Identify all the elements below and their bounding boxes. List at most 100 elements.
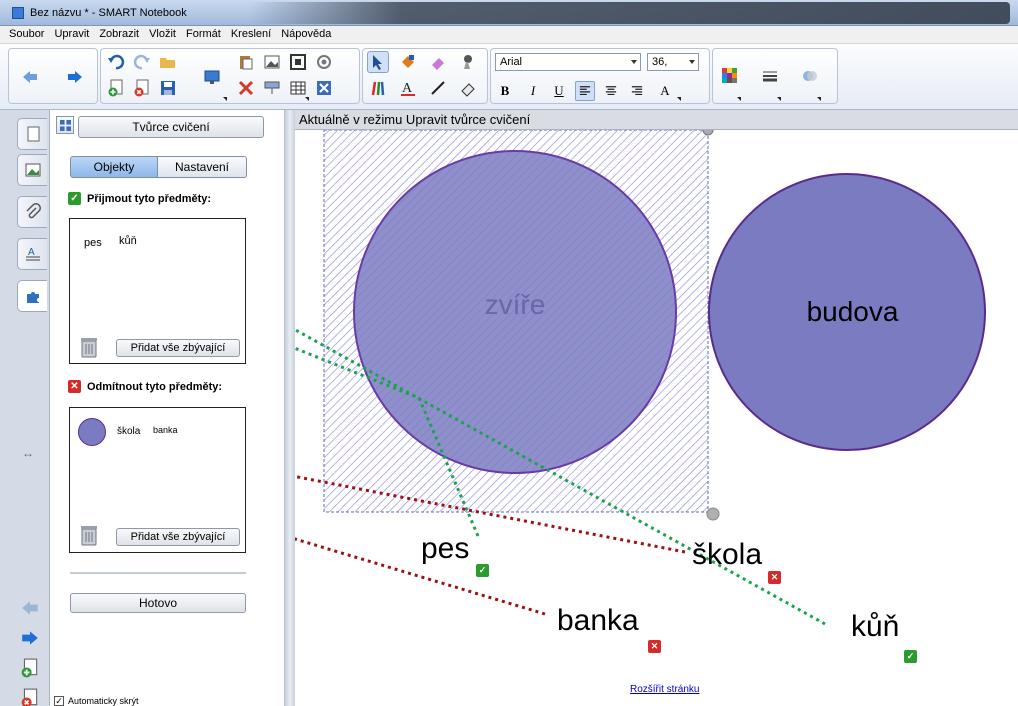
- side-tabs: A ↔: [0, 110, 50, 706]
- menu-upravit[interactable]: Upravit: [49, 26, 94, 43]
- pen-icon: [371, 81, 385, 96]
- next-page-button[interactable]: [64, 66, 86, 88]
- shape-eraser-button[interactable]: [457, 77, 479, 99]
- tab-attachments[interactable]: [17, 196, 47, 228]
- accept-add-remaining-button[interactable]: Přidat vše zbývající: [116, 339, 240, 357]
- next-page-icon[interactable]: [20, 628, 40, 648]
- tab-page-sorter[interactable]: [17, 118, 47, 150]
- word-pes[interactable]: pes: [421, 532, 469, 566]
- edit-group: [100, 48, 360, 104]
- align-center-button[interactable]: [601, 81, 621, 101]
- reject-add-remaining-button[interactable]: Přidat vše zbývající: [116, 528, 240, 546]
- reject-item[interactable]: škola: [117, 426, 140, 437]
- full-screen-button[interactable]: [287, 51, 309, 73]
- word-kun[interactable]: kůň: [851, 610, 899, 644]
- red-arrow: [295, 537, 546, 616]
- add-page-icon[interactable]: [20, 658, 40, 678]
- bold-button[interactable]: B: [495, 81, 515, 101]
- screen-shade-button[interactable]: [201, 66, 223, 88]
- line-tool-button[interactable]: [427, 77, 449, 99]
- whiteboard-canvas[interactable]: Aktuálně v režimu Upravit tvůrce cvičení…: [295, 110, 1018, 706]
- mode-banner: Aktuálně v režimu Upravit tvůrce cvičení: [295, 110, 1018, 130]
- trash-icon[interactable]: [80, 336, 98, 358]
- grid-icon: [59, 119, 71, 131]
- menu-format[interactable]: Formát: [181, 26, 226, 43]
- line-style-button[interactable]: [759, 65, 781, 87]
- color-palette-icon: [722, 68, 737, 83]
- tab-objects[interactable]: Objekty: [70, 156, 158, 178]
- accept-check-icon: ✓: [476, 564, 489, 577]
- fill-tool-button[interactable]: [397, 51, 419, 73]
- eraser-tool-button[interactable]: [427, 51, 449, 73]
- tab-settings[interactable]: Nastavení: [157, 156, 247, 178]
- divider: [70, 572, 246, 574]
- reject-box[interactable]: škola banka Přidat vše zbývající: [69, 407, 246, 553]
- screen-shade-toggle[interactable]: [261, 77, 283, 99]
- panel-menu-button[interactable]: [56, 116, 74, 134]
- align-center-icon: [605, 86, 617, 96]
- italic-button[interactable]: I: [523, 81, 543, 101]
- reject-item[interactable]: banka: [153, 425, 178, 435]
- select-tool-button[interactable]: [367, 51, 389, 73]
- accept-item[interactable]: pes: [84, 237, 102, 249]
- accept-box[interactable]: pes kůň Přidat vše zbývající: [69, 218, 246, 364]
- autohide-checkbox[interactable]: ✓: [54, 696, 64, 706]
- underline-button[interactable]: U: [549, 81, 569, 101]
- resize-arrows-icon[interactable]: ↔: [22, 446, 34, 460]
- circle-label-budova[interactable]: budova: [725, 296, 980, 328]
- word-banka[interactable]: banka: [557, 604, 639, 638]
- word-skola[interactable]: škola: [692, 538, 762, 572]
- trash-icon[interactable]: [80, 524, 98, 546]
- table-button[interactable]: [287, 77, 309, 99]
- align-left-button[interactable]: [575, 81, 595, 101]
- menu-soubor[interactable]: Soubor: [4, 26, 49, 43]
- remove-page-icon[interactable]: [20, 688, 40, 706]
- menu-kresleni[interactable]: Kreslení: [226, 26, 276, 43]
- done-button[interactable]: Hotovo: [70, 593, 246, 613]
- redo-button[interactable]: [131, 51, 153, 73]
- panel-splitter[interactable]: [285, 110, 295, 706]
- tab-properties[interactable]: A: [17, 238, 47, 270]
- tab-lesson-activity-builder[interactable]: [17, 280, 47, 312]
- reject-x-icon: ✕: [648, 640, 661, 653]
- new-page-button[interactable]: [105, 77, 127, 99]
- extend-page-link[interactable]: Rozšířit stránku: [630, 684, 699, 695]
- pen-tool-button[interactable]: [367, 77, 389, 99]
- shapes-icon: [461, 83, 475, 97]
- menu-napoveda[interactable]: Nápověda: [276, 26, 336, 43]
- menu-vlozit[interactable]: Vložit: [144, 26, 181, 43]
- font-size-select[interactable]: 36,: [647, 53, 699, 71]
- align-right-button[interactable]: [627, 81, 647, 101]
- activity-builder-panel: Tvůrce cvičení Objekty Nastavení ✓ Přijm…: [50, 110, 285, 706]
- accept-check-icon: ✓: [904, 650, 917, 663]
- accept-item[interactable]: kůň: [119, 235, 137, 247]
- previous-page-button[interactable]: [19, 66, 41, 88]
- transparency-button[interactable]: [799, 65, 821, 87]
- tab-gallery[interactable]: [17, 154, 47, 186]
- circle-thumbnail[interactable]: [78, 418, 106, 446]
- insert-picture-button[interactable]: [261, 51, 283, 73]
- font-family-value: Arial: [500, 56, 523, 68]
- tools-group: A: [362, 48, 488, 104]
- magic-pen-button[interactable]: [457, 51, 479, 73]
- previous-page-icon[interactable]: [20, 598, 40, 618]
- save-button[interactable]: [157, 77, 179, 99]
- undo-button[interactable]: [105, 51, 127, 73]
- menu-zobrazit[interactable]: Zobrazit: [94, 26, 144, 43]
- open-icon: [160, 58, 175, 68]
- text-color-button[interactable]: A: [655, 81, 675, 101]
- zone-label-zvire[interactable]: zvíře: [400, 289, 630, 321]
- color-palette-button[interactable]: [719, 65, 741, 87]
- properties-button[interactable]: [313, 51, 335, 73]
- delete-button[interactable]: [235, 77, 257, 99]
- delete-page-button[interactable]: [131, 77, 153, 99]
- close-object-button[interactable]: [313, 77, 335, 99]
- open-button[interactable]: [157, 51, 179, 73]
- font-size-value: 36,: [652, 56, 668, 68]
- x-box-icon: [317, 81, 331, 95]
- svg-text:A: A: [402, 81, 413, 96]
- text-tool-button[interactable]: A: [397, 77, 419, 99]
- font-family-select[interactable]: Arial: [495, 53, 641, 71]
- paste-button[interactable]: [235, 51, 257, 73]
- resize-handle[interactable]: [706, 507, 720, 521]
